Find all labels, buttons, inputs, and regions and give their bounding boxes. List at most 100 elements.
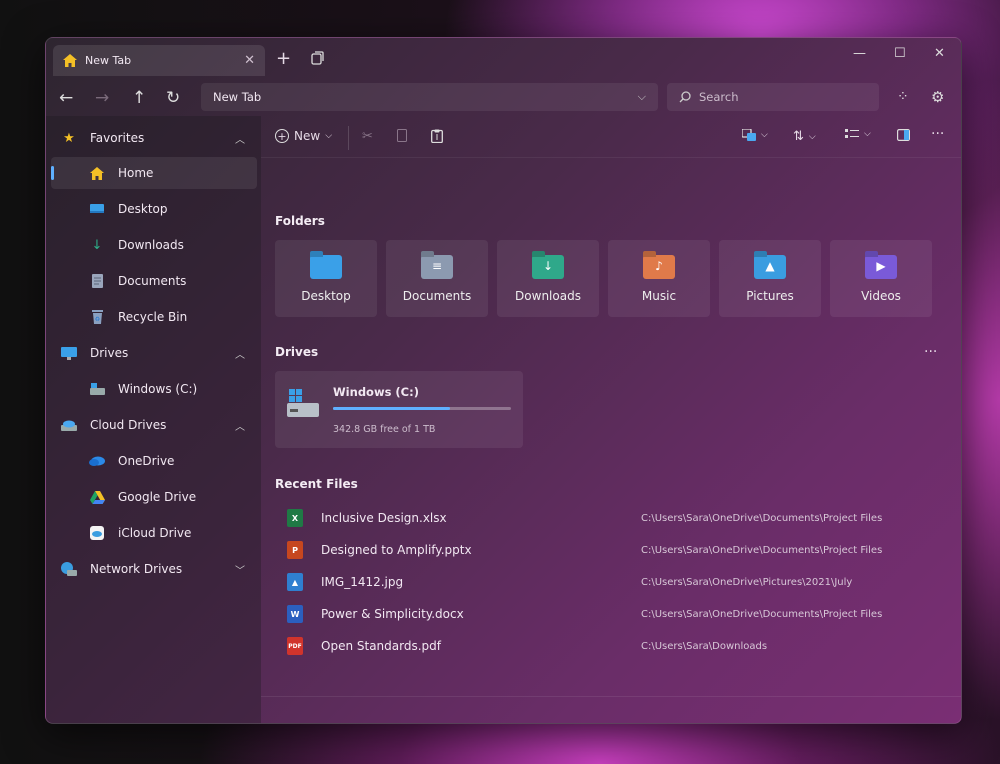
sidebar-item-icloud-drive[interactable]: iCloud Drive xyxy=(51,517,257,549)
folder-name: Videos xyxy=(861,288,901,303)
preview-pane-icon[interactable] xyxy=(897,129,910,141)
image-file-icon: ▲ xyxy=(287,573,303,591)
address-value: New Tab xyxy=(213,90,262,104)
address-row: ← → ↑ ↻ New Tab ⌵ ⁘ ⚙ xyxy=(46,80,961,116)
document-icon xyxy=(89,274,105,288)
back-icon[interactable]: ← xyxy=(59,88,73,108)
recent-file-row[interactable]: W Power & Simplicity.docx C:\Users\Sara\… xyxy=(287,601,947,627)
documents-folder-icon: ≡ xyxy=(421,254,453,279)
paste-icon[interactable] xyxy=(431,129,443,143)
recycle-bin-icon: ♻ xyxy=(89,310,105,324)
more-options-icon[interactable]: ··· xyxy=(931,126,944,142)
close-window-icon[interactable]: ✕ xyxy=(934,46,945,61)
sidebar-item-documents[interactable]: Documents xyxy=(51,265,257,297)
sync-status-icon[interactable]: ⁘ xyxy=(897,89,909,105)
add-tab-icon[interactable]: + xyxy=(276,48,291,69)
minimize-icon[interactable]: — xyxy=(853,46,866,61)
sidebar-group-favorites[interactable]: ★ Favorites ︿ xyxy=(51,122,257,154)
drive-card-windows-c[interactable]: Windows (C:) 342.8 GB free of 1 TB xyxy=(275,371,523,448)
recent-file-row[interactable]: P Designed to Amplify.pptx C:\Users\Sara… xyxy=(287,537,947,563)
file-explorer-window: New Tab ✕ + — ☐ ✕ ← → ↑ ↻ New Tab ⌵ ⁘ ⚙ … xyxy=(45,37,962,724)
network-drive-icon xyxy=(61,562,77,576)
chevron-down-icon[interactable]: ﹀ xyxy=(235,562,245,577)
sidebar-item-label: Downloads xyxy=(118,238,184,252)
drive-free-space: 342.8 GB free of 1 TB xyxy=(333,424,436,435)
chevron-down-icon[interactable]: ⌵ xyxy=(638,90,646,104)
videos-folder-icon: ▶ xyxy=(865,254,897,279)
sidebar-item-recycle-bin[interactable]: ♻ Recycle Bin xyxy=(51,301,257,333)
file-name: Designed to Amplify.pptx xyxy=(321,543,472,557)
chevron-up-icon[interactable]: ︿ xyxy=(235,131,245,146)
new-button-label: New xyxy=(294,129,321,143)
sidebar-item-desktop[interactable]: Desktop xyxy=(51,193,257,225)
cut-icon[interactable]: ✂ xyxy=(362,129,373,144)
recent-files-heading: Recent Files xyxy=(275,477,358,491)
drive-usage-bar xyxy=(333,407,511,410)
folder-card-videos[interactable]: ▶ Videos xyxy=(830,240,932,317)
chevron-down-icon: ⌵ xyxy=(808,131,816,142)
sidebar-item-downloads[interactable]: ↓ Downloads xyxy=(51,229,257,261)
folder-card-desktop[interactable]: Desktop xyxy=(275,240,377,317)
google-drive-icon xyxy=(89,490,105,504)
new-button[interactable]: + New ⌵ xyxy=(275,129,332,143)
chevron-up-icon[interactable]: ︿ xyxy=(235,346,245,361)
folder-card-pictures[interactable]: ▲ Pictures xyxy=(719,240,821,317)
drives-heading: Drives xyxy=(275,345,319,359)
copy-icon[interactable] xyxy=(397,129,407,142)
refresh-icon[interactable]: ↻ xyxy=(166,88,180,108)
windows-drive-icon xyxy=(287,389,319,417)
folder-name: Desktop xyxy=(301,288,351,303)
tab-actions-icon[interactable] xyxy=(311,50,324,69)
file-path: C:\Users\Sara\OneDrive\Documents\Project… xyxy=(641,608,883,620)
recent-file-row[interactable]: ▲ IMG_1412.jpg C:\Users\Sara\OneDrive\Pi… xyxy=(287,569,947,595)
sidebar-item-windows-c[interactable]: Windows (C:) xyxy=(51,373,257,405)
sidebar-item-google-drive[interactable]: Google Drive xyxy=(51,481,257,513)
sidebar-item-label: Desktop xyxy=(118,202,168,216)
gear-icon[interactable]: ⚙ xyxy=(931,88,944,106)
maximize-icon[interactable]: ☐ xyxy=(894,46,906,61)
folder-name: Music xyxy=(641,288,677,303)
sort-button[interactable]: ⇅ ⌵ xyxy=(793,129,816,144)
view-mode-button[interactable]: ⌵ xyxy=(742,129,768,141)
downloads-folder-icon: ↓ xyxy=(532,254,564,279)
folder-card-music[interactable]: ♪ Music xyxy=(608,240,710,317)
title-bar: New Tab ✕ + — ☐ ✕ xyxy=(46,38,961,80)
pictures-folder-icon: ▲ xyxy=(754,254,786,279)
tab-new-tab[interactable]: New Tab ✕ xyxy=(53,45,265,76)
drive-usage-fill xyxy=(333,407,451,410)
close-tab-icon[interactable]: ✕ xyxy=(244,53,255,68)
folder-name: Documents xyxy=(402,288,472,303)
sidebar: ★ Favorites ︿ Home Desktop ↓ Downloads D… xyxy=(46,116,261,723)
sidebar-group-label: Network Drives xyxy=(90,562,183,576)
sidebar-group-cloud-drives[interactable]: Cloud Drives ︿ xyxy=(51,409,257,441)
onedrive-icon xyxy=(89,454,105,468)
group-list-icon xyxy=(845,129,859,138)
sort-icon: ⇅ xyxy=(793,129,804,144)
sidebar-item-label: Home xyxy=(118,166,154,180)
file-name: Open Standards.pdf xyxy=(321,639,441,653)
drives-more-icon[interactable]: ··· xyxy=(924,344,937,360)
pdf-file-icon: PDF xyxy=(287,637,303,655)
address-bar[interactable]: New Tab ⌵ xyxy=(201,83,658,111)
folder-card-documents[interactable]: ≡ Documents xyxy=(386,240,488,317)
recent-file-row[interactable]: X Inclusive Design.xlsx C:\Users\Sara\On… xyxy=(287,505,947,531)
sidebar-group-label: Cloud Drives xyxy=(90,418,167,432)
recent-file-row[interactable]: PDF Open Standards.pdf C:\Users\Sara\Dow… xyxy=(287,633,947,659)
main-content: + New ⌵ ✂ ⌵ ⇅ ⌵ ⌵ ··· Folders Desktop ≡ … xyxy=(261,116,961,723)
chevron-down-icon: ⌵ xyxy=(325,131,333,141)
forward-icon[interactable]: → xyxy=(95,88,109,108)
up-icon[interactable]: ↑ xyxy=(132,88,146,108)
file-path: C:\Users\Sara\OneDrive\Documents\Project… xyxy=(641,544,883,556)
sidebar-group-network-drives[interactable]: Network Drives ﹀ xyxy=(51,553,257,585)
search-input[interactable] xyxy=(699,90,859,104)
search-box[interactable] xyxy=(667,83,879,111)
group-button[interactable]: ⌵ xyxy=(845,129,871,139)
sidebar-item-onedrive[interactable]: OneDrive xyxy=(51,445,257,477)
file-name: IMG_1412.jpg xyxy=(321,575,404,589)
folder-card-downloads[interactable]: ↓ Downloads xyxy=(497,240,599,317)
sidebar-item-home[interactable]: Home xyxy=(51,157,257,189)
sidebar-group-label: Drives xyxy=(90,346,129,360)
download-icon: ↓ xyxy=(91,237,103,253)
chevron-up-icon[interactable]: ︿ xyxy=(235,418,245,433)
sidebar-group-drives[interactable]: Drives ︿ xyxy=(51,337,257,369)
